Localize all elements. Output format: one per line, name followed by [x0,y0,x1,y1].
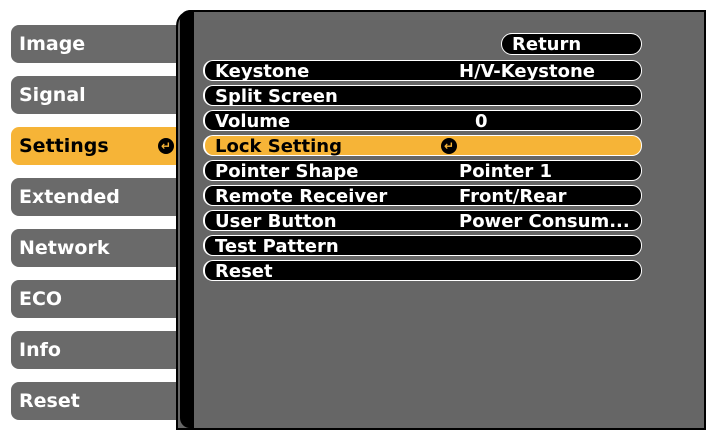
menu-item-split-screen[interactable]: Split Screen [203,85,642,107]
menu-item-test-pattern[interactable]: Test Pattern [203,235,642,257]
tab-eco[interactable]: ECO [9,278,180,320]
menu-item-lock-setting[interactable]: Lock Setting ↵ [203,135,642,157]
tab-signal[interactable]: Signal [9,74,180,116]
return-button[interactable]: Return [501,33,642,55]
menu-item-label: Split Screen [215,86,338,107]
tab-network[interactable]: Network [9,227,180,269]
tab-label: Signal [19,84,86,106]
menu-item-reset[interactable]: Reset [203,260,642,282]
tab-label: ECO [19,288,63,310]
menu-item-label: Test Pattern [215,236,339,257]
menu-item-label: Keystone [215,61,310,82]
tab-extended[interactable]: Extended [9,176,180,218]
menu-item-remote-receiver[interactable]: Remote Receiver Front/Rear [203,185,642,207]
enter-icon: ↵ [441,138,457,154]
projector-menu: Image Signal Settings ↵ Extended Network… [0,0,711,433]
menu-item-label: User Button [215,211,337,232]
menu-item-label: Remote Receiver [215,186,388,207]
tab-label: Reset [19,390,80,412]
tab-label: Info [19,339,61,361]
tab-label: Settings [19,135,109,157]
return-label: Return [512,34,582,55]
tab-settings[interactable]: Settings ↵ [9,125,180,167]
tab-info[interactable]: Info [9,329,180,371]
menu-item-keystone[interactable]: Keystone H/V-Keystone [203,60,642,82]
tab-label: Image [19,33,86,55]
tab-label: Extended [19,186,120,208]
menu-item-value: Pointer 1 [459,161,553,182]
menu-item-label: Lock Setting [215,136,342,157]
menu-item-value: Front/Rear [459,186,567,207]
menu-item-pointer-shape[interactable]: Pointer Shape Pointer 1 [203,160,642,182]
tab-label: Network [19,237,110,259]
menu-item-user-button[interactable]: User Button Power Consum... [203,210,642,232]
menu-item-value: H/V-Keystone [459,61,596,82]
tab-image[interactable]: Image [9,23,180,65]
menu-item-volume[interactable]: Volume 0 [203,110,642,132]
menu-item-value: Power Consum... [459,211,630,232]
menu-item-label: Reset [215,261,273,282]
tab-reset[interactable]: Reset [9,380,180,422]
menu-item-label: Pointer Shape [215,161,359,182]
enter-icon: ↵ [158,138,174,154]
menu-item-label: Volume [215,111,291,132]
menu-item-value: 0 [475,111,488,132]
panel-divider [180,10,194,428]
